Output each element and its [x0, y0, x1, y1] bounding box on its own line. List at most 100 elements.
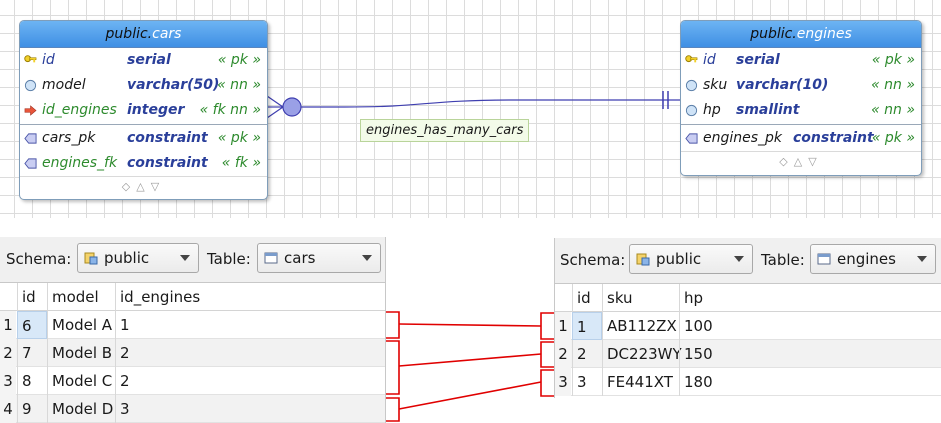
column-type: varchar(10) — [736, 77, 829, 93]
table-label: Table: — [207, 250, 251, 268]
table-name: cars — [152, 26, 182, 42]
bracket-cars-row-4 — [386, 397, 400, 422]
grid-cell[interactable]: AB112ZX — [602, 312, 679, 340]
grid-cell[interactable]: Model A — [47, 311, 115, 339]
section-divider — [681, 124, 921, 125]
column-row-model[interactable]: model varchar(50) « nn » — [20, 73, 267, 98]
column-name: id_engines — [42, 102, 117, 118]
entity-footer-toggles[interactable]: ◇△▽ — [20, 176, 267, 196]
row-number: 2 — [555, 340, 571, 368]
grid-cell[interactable]: 2 — [115, 367, 386, 395]
table-row[interactable]: 3 3 FE441XT 180 — [555, 368, 941, 396]
grid-cell[interactable]: 1 — [115, 311, 386, 339]
column-header[interactable]: sku — [602, 284, 679, 312]
row-number: 3 — [555, 368, 571, 396]
column-type: smallint — [736, 102, 800, 118]
column-header[interactable]: hp — [679, 284, 941, 312]
engines-entity[interactable]: public.engines id serial « pk » sku varc… — [680, 20, 922, 176]
bracket-cars-rows-2-3 — [386, 340, 400, 395]
grid-cell[interactable]: 2 — [572, 340, 602, 368]
grid-cell[interactable]: FE441XT — [602, 368, 679, 396]
cars-data-panel: Schema: public Table: cars id model id_e… — [0, 237, 386, 423]
table-icon — [264, 252, 278, 264]
column-row-hp[interactable]: hp smallint « nn » — [681, 98, 921, 123]
column-row-id-engines[interactable]: id_engines integer « fk nn » — [20, 98, 267, 123]
grid-cell[interactable]: Model B — [47, 339, 115, 367]
column-header[interactable]: id_engines — [115, 283, 386, 311]
bracket-cars-row-1 — [386, 311, 400, 339]
constraint-row-cars-pk[interactable]: cars_pk constraint « pk » — [20, 126, 267, 151]
column-row-sku[interactable]: sku varchar(10) « nn » — [681, 73, 921, 98]
grid-cell[interactable]: Model C — [47, 367, 115, 395]
constraint-row-engines-fk[interactable]: engines_fk constraint « fk » — [20, 151, 267, 176]
grid-cell[interactable]: 1 — [572, 312, 602, 340]
table-row[interactable]: 2 7 Model B 2 — [0, 339, 385, 367]
constraint-icon — [24, 158, 37, 169]
grid-cell[interactable]: 6 — [17, 311, 47, 339]
schema-select[interactable]: public — [629, 244, 753, 274]
column-constraint: « nn » — [217, 77, 261, 93]
constraint-kind: « fk » — [221, 155, 261, 171]
column-name: model — [42, 77, 86, 93]
constraint-row-engines-pk[interactable]: engines_pk constraint « pk » — [681, 126, 921, 151]
diamond-icon[interactable]: ◇ — [779, 155, 793, 168]
table-select[interactable]: cars — [257, 243, 381, 273]
engines-entity-header[interactable]: public.engines — [681, 21, 921, 48]
er-diagram-canvas: public.cars id serial « pk » model varch… — [0, 0, 941, 218]
column-header[interactable]: model — [47, 283, 115, 311]
chevron-down-icon — [362, 255, 372, 261]
cars-data-grid: id model id_engines 1 6 Model A 1 2 7 Mo… — [0, 283, 385, 423]
column-header[interactable]: id — [17, 283, 47, 311]
bracket-engines-row-3 — [540, 369, 554, 397]
table-value: engines — [837, 250, 896, 268]
grid-cell[interactable]: 8 — [17, 367, 47, 395]
column-row-id[interactable]: id serial « pk » — [681, 48, 921, 73]
section-divider — [20, 124, 267, 125]
table-row[interactable]: 3 8 Model C 2 — [0, 367, 385, 395]
triangle-up-icon[interactable]: △ — [794, 155, 808, 168]
column-constraint: « fk nn » — [199, 102, 261, 118]
column-name: id — [42, 52, 55, 68]
schema-icon — [84, 252, 98, 265]
table-select[interactable]: engines — [810, 244, 936, 274]
table-value: cars — [284, 249, 316, 267]
grid-cell[interactable]: 2 — [115, 339, 386, 367]
table-row[interactable]: 4 9 Model D 3 — [0, 395, 385, 423]
chevron-down-icon — [917, 256, 927, 262]
grid-cell[interactable]: 180 — [679, 368, 941, 396]
triangle-down-icon[interactable]: ▽ — [151, 180, 165, 193]
triangle-down-icon[interactable]: ▽ — [808, 155, 822, 168]
entity-footer-toggles[interactable]: ◇△▽ — [681, 151, 921, 171]
table-row[interactable]: 1 1 AB112ZX 100 — [555, 312, 941, 340]
column-constraint: « pk » — [871, 52, 915, 68]
cars-entity-header[interactable]: public.cars — [20, 21, 267, 48]
triangle-up-icon[interactable]: △ — [136, 180, 150, 193]
link-engine-2 — [398, 353, 542, 367]
grid-cell[interactable]: 150 — [679, 340, 941, 368]
diamond-icon[interactable]: ◇ — [122, 180, 136, 193]
column-name: hp — [703, 102, 721, 118]
table-row[interactable]: 1 6 Model A 1 — [0, 311, 385, 339]
grid-cell[interactable]: 7 — [17, 339, 47, 367]
column-header[interactable]: id — [572, 284, 602, 312]
grid-cell[interactable]: 3 — [572, 368, 602, 396]
column-row-id[interactable]: id serial « pk » — [20, 48, 267, 73]
link-engine-3 — [398, 381, 542, 410]
schema-name: public. — [105, 26, 153, 42]
table-label: Table: — [761, 251, 805, 269]
constraint-name: cars_pk — [42, 130, 96, 146]
schema-select[interactable]: public — [77, 243, 199, 273]
foreign-key-arrow-icon — [24, 105, 37, 116]
constraint-type: constraint — [793, 130, 874, 146]
table-row[interactable]: 2 2 DC223WY 150 — [555, 340, 941, 368]
relationship-label[interactable]: engines_has_many_cars — [360, 119, 530, 142]
grid-cell[interactable]: DC223WY — [602, 340, 682, 368]
grid-cell[interactable]: 100 — [679, 312, 941, 340]
engines-data-grid: id sku hp 1 1 AB112ZX 100 2 2 DC223WY 15… — [555, 284, 941, 396]
grid-cell[interactable]: Model D — [47, 395, 115, 423]
schema-label: Schema: — [6, 250, 72, 268]
grid-cell[interactable]: 9 — [17, 395, 47, 423]
cars-entity[interactable]: public.cars id serial « pk » model varch… — [19, 20, 268, 200]
grid-cell[interactable]: 3 — [115, 395, 386, 423]
column-type: serial — [736, 52, 780, 68]
